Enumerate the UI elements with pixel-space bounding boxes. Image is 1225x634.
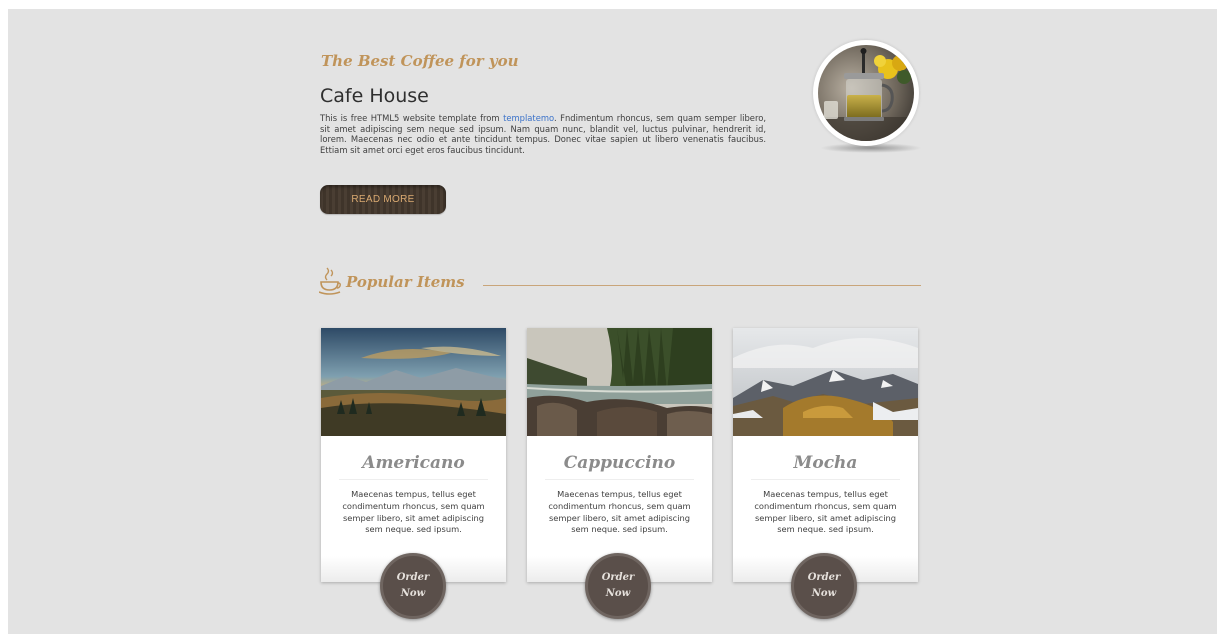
card-divider xyxy=(339,479,488,480)
coffee-press-image xyxy=(818,45,914,141)
section-divider xyxy=(483,285,921,286)
card-divider xyxy=(545,479,694,480)
hero-image-frame xyxy=(813,40,919,146)
hero-tagline: The Best Coffee for you xyxy=(321,52,519,70)
product-card-cappuccino: Cappuccino Maecenas tempus, tellus eget … xyxy=(527,328,712,582)
product-image xyxy=(321,328,506,436)
coffee-cup-icon xyxy=(318,266,341,296)
product-title: Cappuccino xyxy=(563,453,676,473)
product-description: Maecenas tempus, tellus eget condimentum… xyxy=(548,489,691,535)
product-title: Mocha xyxy=(793,453,858,473)
order-label: Order xyxy=(601,572,635,583)
section-title: Popular Items xyxy=(346,273,465,291)
product-title: Americano xyxy=(362,453,465,473)
templatemo-link[interactable]: templatemo xyxy=(503,113,554,123)
order-now-button-americano[interactable]: Order Now xyxy=(380,553,446,619)
now-label: Now xyxy=(400,588,426,599)
page: The Best Coffee for you Cafe House This … xyxy=(8,9,1217,634)
page-title: Cafe House xyxy=(320,85,429,107)
order-label: Order xyxy=(807,572,841,583)
product-image xyxy=(527,328,712,436)
order-now-button-mocha[interactable]: Order Now xyxy=(791,553,857,619)
card-divider xyxy=(751,479,900,480)
product-card-mocha: Mocha Maecenas tempus, tellus eget condi… xyxy=(733,328,918,582)
product-description: Maecenas tempus, tellus eget condimentum… xyxy=(342,489,485,535)
product-card-americano: Americano Maecenas tempus, tellus eget c… xyxy=(321,328,506,582)
read-more-button[interactable]: READ MORE xyxy=(320,185,446,214)
description-text-start: This is free HTML5 website template from xyxy=(320,113,504,123)
hero-description: This is free HTML5 website template from… xyxy=(320,113,766,155)
order-now-button-cappuccino[interactable]: Order Now xyxy=(585,553,651,619)
product-image xyxy=(733,328,918,436)
now-label: Now xyxy=(605,588,631,599)
now-label: Now xyxy=(811,588,837,599)
product-description: Maecenas tempus, tellus eget condimentum… xyxy=(754,489,897,535)
order-label: Order xyxy=(396,572,430,583)
